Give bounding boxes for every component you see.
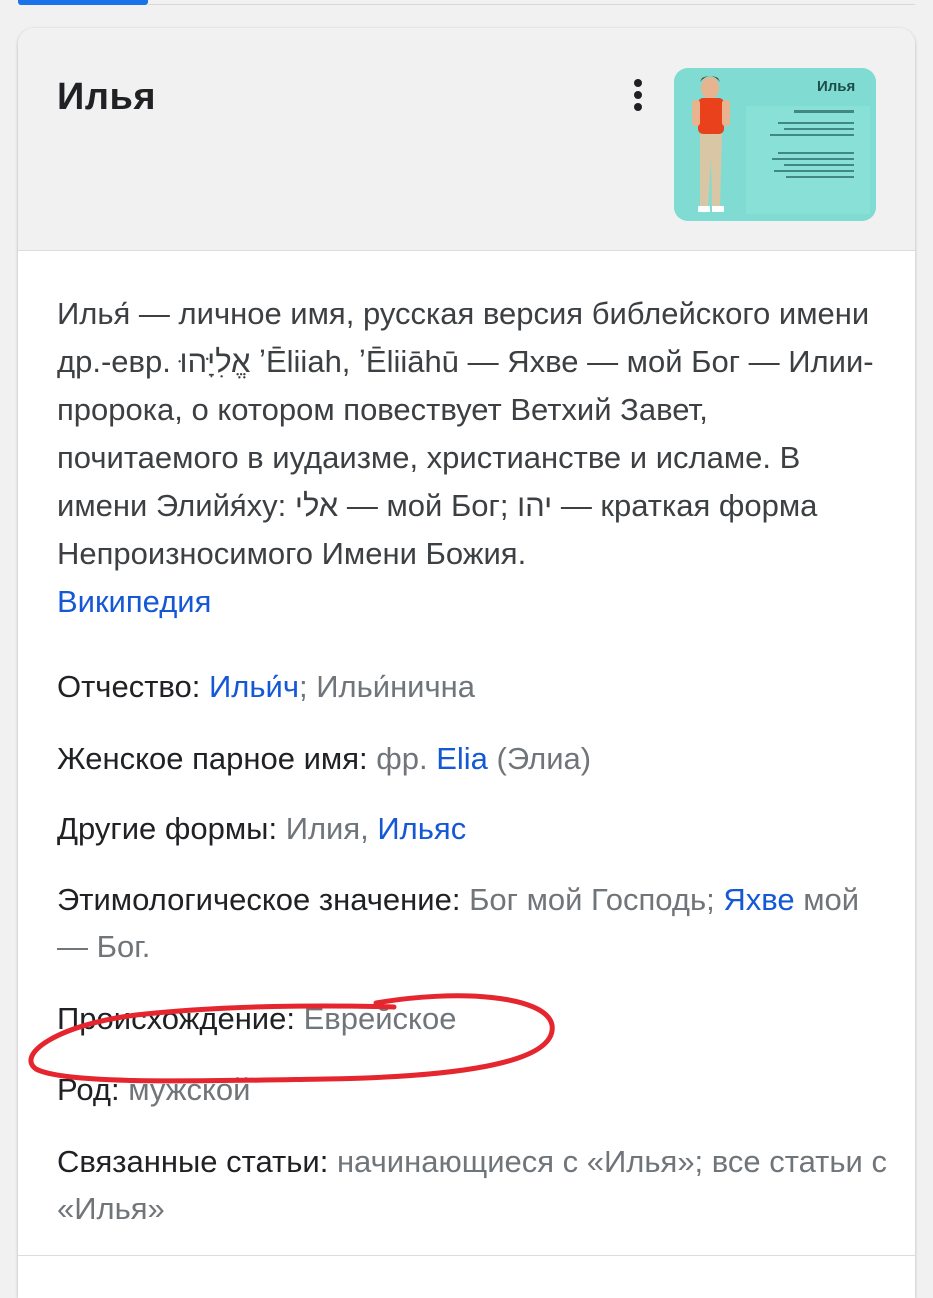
top-divider [148, 4, 915, 5]
fact-label: Женское парное имя [57, 741, 360, 776]
fact-link[interactable]: Ильи́ч [209, 669, 299, 704]
wikipedia-source-link[interactable]: Википедия [57, 584, 211, 619]
fact-label: Происхождение [57, 1001, 287, 1036]
description-text: Илья́ — личное имя, русская версия библе… [57, 296, 874, 571]
description: Илья́ — личное имя, русская версия библе… [57, 290, 877, 626]
knowledge-panel-card: Илья Илья Илья́ — личное имя, русская ве… [18, 28, 915, 1298]
fact-patronymic: Отчество: Ильи́ч; Ильи́нична [57, 669, 476, 704]
page-title: Илья [57, 76, 156, 118]
more-options-button[interactable] [618, 70, 658, 120]
fact-label: Этимологическое значение [57, 882, 452, 917]
fact-gender: Род: мужской [57, 1072, 251, 1107]
fact-other-forms: Другие формы: Илия, Ильяс [57, 811, 467, 846]
active-tab-indicator [18, 0, 148, 5]
fact-link[interactable]: Яхве [723, 882, 794, 917]
fact-label: Другие формы [57, 811, 269, 846]
fact-link[interactable]: Elia [436, 741, 488, 776]
thumbnail-title: Илья [817, 78, 856, 95]
fact-value: фр. [376, 741, 437, 776]
fact-value: ; Ильи́нична [299, 669, 476, 704]
fact-value: Бог мой Господь; [469, 882, 724, 917]
fact-value: Илия, [285, 811, 378, 846]
fact-label: Отчество [57, 669, 192, 704]
fact-value: мужской [128, 1072, 251, 1107]
fact-value: Еврейское [303, 1001, 457, 1036]
bottom-divider [18, 1255, 915, 1256]
more-vert-icon [634, 79, 642, 111]
fact-etymology: Этимологическое значение: Бог мой Господ… [57, 882, 860, 964]
card-header: Илья Илья [18, 28, 915, 251]
fact-label: Род [57, 1072, 111, 1107]
fact-related-articles: Связанные статьи: начинающиеся с «Илья»;… [57, 1144, 887, 1226]
fact-link[interactable]: Ильяс [377, 811, 466, 846]
fact-female-pair-name: Женское парное имя: фр. Elia (Элиа) [57, 741, 592, 776]
fact-label: Связанные статьи [57, 1144, 320, 1179]
fact-origin: Происхождение: Еврейское [57, 1001, 457, 1036]
thumbnail-image[interactable]: Илья [674, 68, 876, 221]
fact-value: (Элиа) [487, 741, 592, 776]
